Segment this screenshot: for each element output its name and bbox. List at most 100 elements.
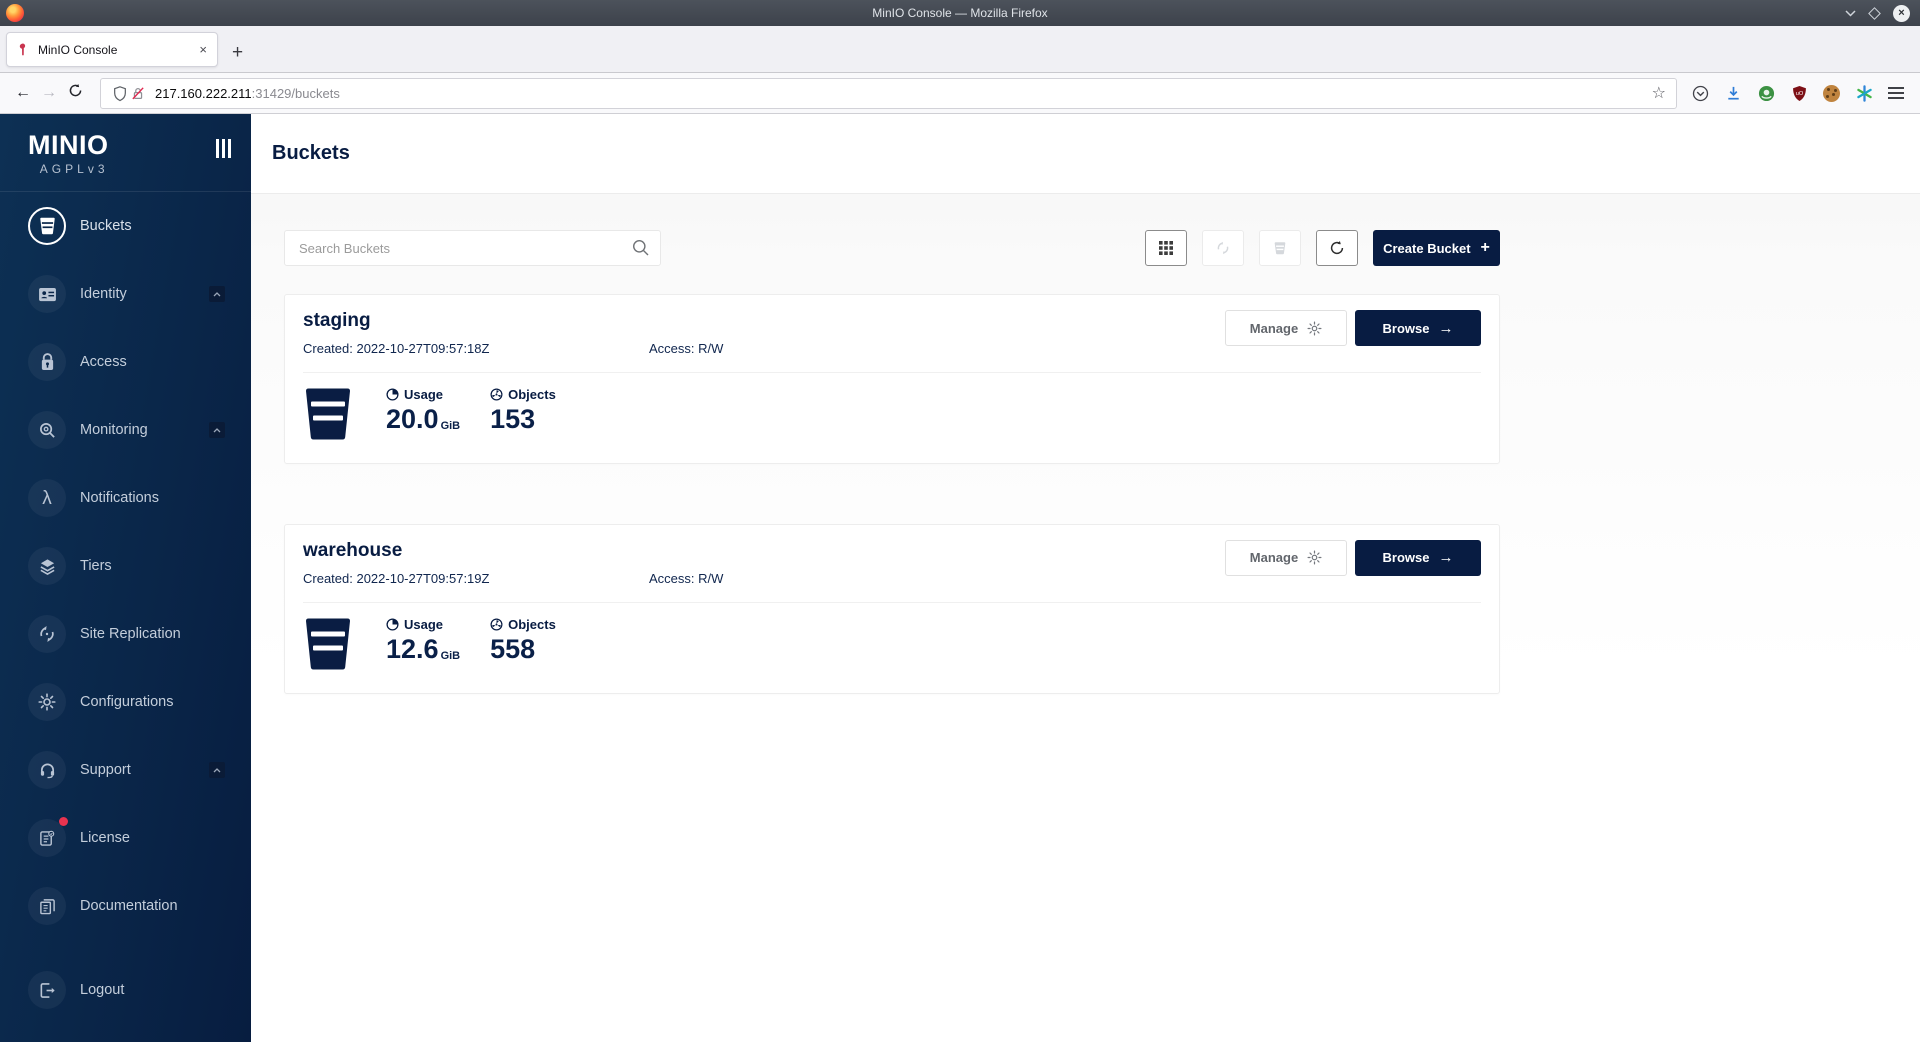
manage-button[interactable]: Manage [1225, 540, 1347, 576]
sidebar-item-monitoring[interactable]: Monitoring [0, 396, 251, 464]
usage-unit: GiB [441, 650, 461, 662]
sidebar-item-configurations[interactable]: Configurations [0, 668, 251, 736]
bucket-created: Created: 2022-10-27T09:57:19Z [303, 571, 649, 586]
window-titlebar: MinIO Console — Mozilla Firefox × [0, 0, 1920, 26]
sidebar-item-label: License [80, 830, 130, 846]
usage-pie-icon [386, 618, 399, 631]
set-replication-button-disabled[interactable] [1202, 230, 1244, 266]
insecure-lock-icon[interactable] [129, 84, 147, 102]
grid-view-button[interactable] [1145, 230, 1187, 266]
menu-hamburger-icon[interactable] [1888, 84, 1904, 102]
minio-license-tag: AGPLv3 [28, 162, 109, 176]
objects-stat: Objects 153 [490, 387, 556, 433]
url-bar[interactable]: 217.160.222.211:31429/buckets ☆ [100, 78, 1677, 109]
bookmark-star-icon[interactable]: ☆ [1652, 83, 1666, 103]
bucket-access: Access: R/W [649, 341, 723, 356]
arrow-right-icon: → [1438, 550, 1453, 565]
objects-icon [490, 618, 503, 631]
page-header: Buckets [251, 114, 1920, 194]
id-card-icon [28, 275, 66, 313]
sidebar-item-notifications[interactable]: λ Notifications [0, 464, 251, 532]
browse-button[interactable]: Browse → [1355, 540, 1481, 576]
lambda-icon: λ [28, 479, 66, 517]
license-alert-badge [59, 817, 68, 826]
url-host: 217.160.222.211 [155, 86, 252, 101]
refresh-button[interactable] [1316, 230, 1358, 266]
sidebar-item-label: Notifications [80, 490, 159, 506]
sidebar-item-logout[interactable]: Logout [0, 956, 251, 1024]
usage-stat: Usage 12.6 GiB [386, 617, 460, 663]
documents-icon [28, 887, 66, 925]
sidebar-item-label: Support [80, 762, 131, 778]
create-bucket-label: Create Bucket [1383, 241, 1470, 256]
browser-tab[interactable]: MinIO Console × [6, 32, 218, 67]
sidebar-item-label: Site Replication [80, 626, 181, 642]
reload-button[interactable] [62, 83, 88, 103]
objects-count: 558 [490, 636, 535, 663]
close-window-icon[interactable]: × [1893, 5, 1910, 22]
search-icon [632, 239, 650, 262]
url-text[interactable]: 217.160.222.211:31429/buckets [155, 86, 1652, 101]
shield-icon[interactable] [111, 84, 129, 102]
main-content: Buckets Create Bucket + [251, 114, 1920, 1042]
chevron-up-icon[interactable] [209, 762, 225, 778]
chevron-up-icon[interactable] [209, 286, 225, 302]
forward-button[interactable]: → [36, 84, 62, 102]
bucket-name[interactable]: warehouse [303, 540, 723, 563]
browser-navbar: ← → 217.160.222.211:31429/buckets ☆ uO [0, 72, 1920, 114]
logout-icon [28, 971, 66, 1009]
sidebar-item-site-replication[interactable]: Site Replication [0, 600, 251, 668]
create-bucket-button[interactable]: Create Bucket + [1373, 230, 1500, 266]
objects-stat: Objects 558 [490, 617, 556, 663]
plus-icon: + [1481, 240, 1490, 256]
gear-icon [28, 683, 66, 721]
close-tab-icon[interactable]: × [197, 42, 209, 57]
addon-asterisk-icon[interactable] [1855, 84, 1873, 102]
objects-icon [490, 388, 503, 401]
sidebar-item-access[interactable]: Access [0, 328, 251, 396]
page-title: Buckets [272, 142, 350, 165]
bucket-access: Access: R/W [649, 571, 723, 586]
sidebar-item-label: Buckets [80, 218, 132, 234]
license-icon [28, 819, 66, 857]
chevron-up-icon[interactable] [209, 422, 225, 438]
sidebar-item-support[interactable]: Support [0, 736, 251, 804]
bucket-icon [303, 617, 353, 671]
sidebar-item-tiers[interactable]: Tiers [0, 532, 251, 600]
tab-title: MinIO Console [38, 43, 197, 57]
sidebar-item-buckets[interactable]: Buckets [0, 192, 251, 260]
bucket-icon [28, 207, 66, 245]
addon-green-icon[interactable] [1757, 84, 1775, 102]
maximize-icon[interactable] [1868, 7, 1881, 20]
bucket-created: Created: 2022-10-27T09:57:18Z [303, 341, 649, 356]
sidebar-item-license[interactable]: License [0, 804, 251, 872]
browse-button[interactable]: Browse → [1355, 310, 1481, 346]
minimize-icon[interactable] [1845, 10, 1856, 17]
card-divider [303, 602, 1481, 603]
back-button[interactable]: ← [10, 84, 36, 102]
search-input[interactable] [284, 230, 661, 266]
sidebar-item-label: Tiers [80, 558, 112, 574]
sidebar-collapse-icon[interactable] [216, 139, 231, 158]
usage-value: 20.0 [386, 406, 439, 433]
bucket-name[interactable]: staging [303, 310, 723, 333]
bucket-icon [303, 387, 353, 441]
manage-button[interactable]: Manage [1225, 310, 1347, 346]
monitor-search-icon [28, 411, 66, 449]
replication-icon [28, 615, 66, 653]
tab-bar: MinIO Console × + [0, 26, 1920, 72]
downloads-icon[interactable] [1724, 84, 1742, 102]
minio-logo: MINIO [28, 132, 109, 159]
sidebar-item-label: Configurations [80, 694, 174, 710]
sidebar-item-label: Logout [80, 982, 124, 998]
pocket-icon[interactable] [1691, 84, 1709, 102]
cookie-icon[interactable] [1823, 85, 1840, 102]
delete-buckets-button-disabled[interactable] [1259, 230, 1301, 266]
sidebar-item-identity[interactable]: Identity [0, 260, 251, 328]
sidebar-item-documentation[interactable]: Documentation [0, 872, 251, 940]
sidebar-item-label: Monitoring [80, 422, 148, 438]
layers-icon [28, 547, 66, 585]
usage-unit: GiB [441, 420, 461, 432]
ublock-icon[interactable]: uO [1790, 84, 1808, 102]
new-tab-button[interactable]: + [232, 43, 243, 62]
